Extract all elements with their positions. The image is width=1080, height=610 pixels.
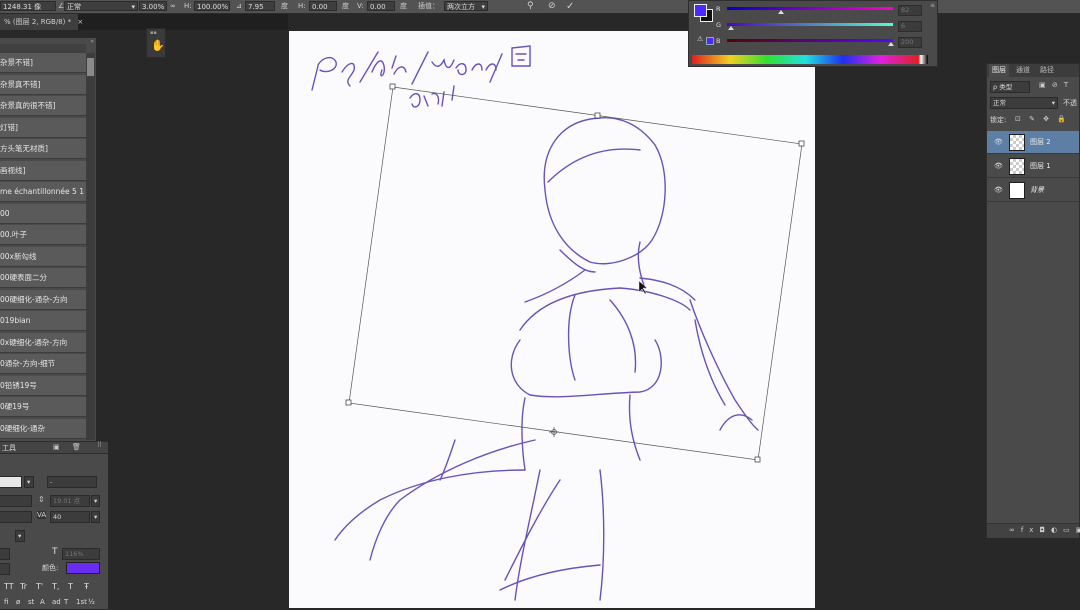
lock-icons[interactable]: ⊡ ✎ ✥ 🔒 (1015, 115, 1069, 123)
layer-row[interactable]: 👁 图层 2 (987, 131, 1079, 154)
layer-thumbnail (1009, 134, 1025, 151)
layer-thumbnail (1009, 158, 1025, 175)
reference-point-icon[interactable] (549, 427, 559, 437)
transform-handle-left[interactable] (345, 399, 352, 406)
channel-value-field[interactable]: 200 (898, 37, 922, 48)
channel-slider[interactable] (727, 7, 893, 10)
new-layer-icon[interactable]: ▣ (1076, 526, 1080, 534)
transform-handles[interactable] (345, 83, 805, 463)
channel-label: G (716, 21, 722, 29)
channel-value-field[interactable]: 82 (898, 5, 922, 16)
color-panel: ⚠ R 82 G 6 B 200 ≡ (688, 0, 938, 67)
channel-label: R (716, 5, 721, 13)
opacity-label: 不透 (1063, 99, 1077, 107)
tab-channels[interactable]: 通道 (1013, 64, 1033, 77)
layer-row[interactable]: 👁 背景 (987, 179, 1079, 202)
layer-filter-select[interactable]: ρ 类型 (990, 81, 1030, 93)
transform-handle-top-left[interactable] (389, 83, 396, 90)
mask-icon[interactable]: ◘ (1039, 526, 1051, 534)
layer-name[interactable]: 背景 (1030, 185, 1044, 195)
layers-panel: 图层 通道 路径 ρ 类型 ▣ ⊘ T 正常 ▾ 不透 锁定: ⊡ ✎ ✥ 🔒 👁… (986, 63, 1080, 538)
slider-marker-icon[interactable] (728, 26, 735, 30)
layer-name[interactable]: 图层 2 (1030, 137, 1051, 147)
link-icon[interactable]: ∞ (1009, 526, 1021, 534)
panel-menu-icon[interactable]: ≡ (930, 2, 935, 9)
web-safe-icon[interactable] (706, 37, 714, 45)
channel-value-field[interactable]: 6 (898, 21, 922, 32)
transform-bounding-box[interactable] (348, 86, 803, 461)
fx-icon[interactable]: fx (1021, 526, 1040, 534)
transform-handle-bottom-right[interactable] (754, 456, 761, 463)
color-spectrum-bar[interactable] (692, 55, 928, 64)
layer-name[interactable]: 图层 1 (1030, 161, 1051, 171)
visibility-eye-icon[interactable]: 👁 (994, 138, 1003, 146)
lock-label: 锁定: (990, 116, 1007, 124)
dropdown-arrow-icon: ▾ (1051, 99, 1055, 107)
figure-sketch (311, 45, 759, 601)
folder-icon[interactable]: ▭ (1063, 526, 1076, 534)
visibility-eye-icon[interactable]: 👁 (994, 162, 1003, 170)
visibility-eye-icon[interactable]: 👁 (994, 186, 1003, 194)
blend-mode-select[interactable]: 正常 ▾ (990, 97, 1058, 109)
tab-paths[interactable]: 路径 (1037, 64, 1057, 77)
slider-marker-icon[interactable] (778, 10, 785, 14)
canvas-drawing-layer (311, 45, 805, 601)
layer-thumbnail (1009, 182, 1025, 199)
tab-layers[interactable]: 图层 (989, 64, 1009, 77)
transform-handle-top-right[interactable] (798, 140, 805, 147)
gamut-warning-icon[interactable]: ⚠ (697, 35, 703, 43)
channel-slider[interactable] (727, 23, 893, 26)
filter-icons[interactable]: ▣ ⊘ T (1039, 81, 1070, 89)
channel-label: B (716, 37, 721, 45)
layer-row[interactable]: 👁 图层 1 (987, 155, 1079, 178)
transform-handle-top[interactable] (594, 112, 601, 119)
filter-value: ρ 类型 (993, 83, 1013, 91)
blend-mode-value: 正常 (993, 99, 1006, 107)
adjustment-icon[interactable]: ◐ (1051, 526, 1063, 534)
channel-slider[interactable] (727, 39, 893, 42)
slider-marker-icon[interactable] (887, 42, 894, 46)
layers-footer-icons: ∞fx◘◐▭▣🗑 (1009, 526, 1080, 534)
foreground-color-swatch[interactable] (694, 4, 707, 17)
layers-footer: ∞fx◘◐▭▣🗑 (987, 523, 1080, 538)
